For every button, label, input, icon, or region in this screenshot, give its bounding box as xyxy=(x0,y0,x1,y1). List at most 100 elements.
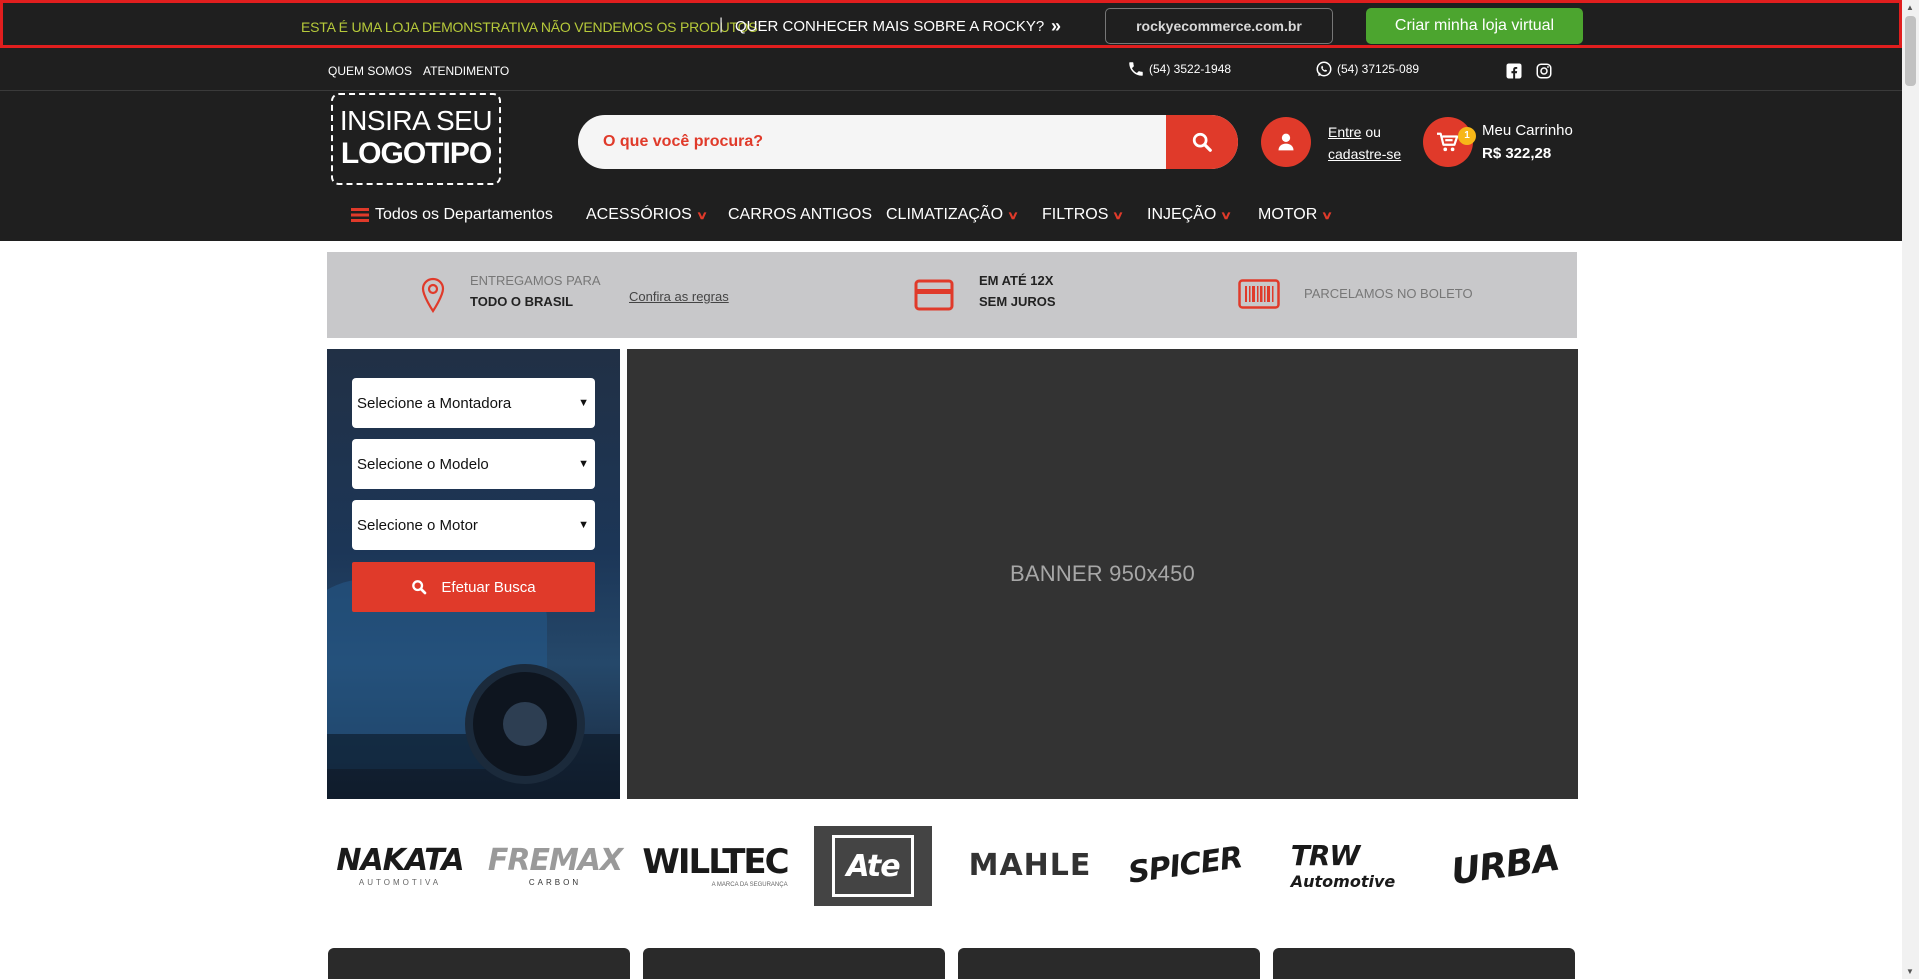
delivery-top-text: ENTREGAMOS PARA xyxy=(470,273,601,288)
installments-top-text: EM ATÉ 12X xyxy=(979,273,1054,288)
brand-subtitle: Automotive xyxy=(1290,872,1396,891)
chevron-down-icon: ▼ xyxy=(578,397,589,409)
nav-item-motor[interactable]: MOTOR ∨ xyxy=(1258,206,1333,224)
brand-name: URBA xyxy=(1448,837,1562,893)
brand-logo-willtec[interactable]: WILLTEC A MARCA DA SEGURANÇA xyxy=(640,830,790,900)
user-icon xyxy=(1278,133,1294,151)
vehicle-search-panel: Selecione a Montadora ▼ Selecione o Mode… xyxy=(327,349,620,799)
about-link[interactable]: QUEM SOMOS xyxy=(328,64,412,78)
double-chevron-right-icon: » xyxy=(1051,16,1062,36)
brand-logo-nakata[interactable]: NAKATA AUTOMOTIVA xyxy=(335,830,465,900)
brand-name: Ate xyxy=(846,848,900,884)
brand-name: NAKATA xyxy=(336,843,464,878)
brand-logo-trw[interactable]: TRW Automotive xyxy=(1278,830,1408,900)
banner-label: BANNER 950x450 xyxy=(1009,561,1195,586)
product-card[interactable] xyxy=(1273,948,1575,979)
engine-select-value: Selecione o Motor xyxy=(357,516,478,534)
location-pin-icon xyxy=(421,277,445,313)
login-link[interactable]: Entre xyxy=(1328,124,1361,140)
login-register-text: Entre ou cadastre-se xyxy=(1328,121,1401,165)
benefits-bar: ENTREGAMOS PARA TODO O BRASIL Confira as… xyxy=(327,252,1577,338)
scroll-up-arrow-icon[interactable]: ▲ xyxy=(1906,3,1915,12)
demo-separator: | xyxy=(719,16,724,33)
brand-logo-mahle[interactable]: MAHLE xyxy=(965,830,1095,900)
whatsapp-number: (54) 37125-089 xyxy=(1337,62,1420,76)
credit-card-icon xyxy=(914,279,954,311)
hamburger-menu-icon xyxy=(351,208,369,222)
all-departments-label: Todos os Departamentos xyxy=(375,206,553,223)
nav-item-carros-antigos[interactable]: CARROS ANTIGOS xyxy=(728,206,872,224)
cart-label: Meu Carrinho xyxy=(1482,122,1573,139)
whatsapp-contact[interactable]: (54) 37125-089 xyxy=(1315,60,1419,78)
chevron-down-icon: ∨ xyxy=(1112,209,1125,222)
brand-logo-urba[interactable]: URBA xyxy=(1440,830,1570,900)
rules-link[interactable]: Confira as regras xyxy=(629,289,729,304)
delivery-bottom-text: TODO O BRASIL xyxy=(470,294,574,309)
brand-logo-fremax[interactable]: FREMAX CARBON xyxy=(487,830,623,900)
phone-number: (54) 3522-1948 xyxy=(1149,62,1232,76)
nav-item-acessorios[interactable]: ACESSÓRIOS ∨ xyxy=(586,206,708,224)
automaker-select[interactable]: Selecione a Montadora ▼ xyxy=(352,378,595,428)
logo-line-1: INSIRA SEU xyxy=(339,105,493,136)
engine-select[interactable]: Selecione o Motor ▼ xyxy=(352,500,595,550)
page-scrollbar[interactable] xyxy=(1902,0,1919,979)
whatsapp-icon xyxy=(1316,61,1332,77)
nav-item-filtros[interactable]: FILTROS ∨ xyxy=(1042,206,1125,224)
top-strip: QUEM SOMOS ATENDIMENTO (54) 3522-1948 (5… xyxy=(0,48,1902,91)
brand-logo-ate[interactable]: Ate xyxy=(814,826,932,906)
all-departments-menu[interactable]: Todos os Departamentos xyxy=(351,206,553,224)
cart-summary[interactable]: Meu Carrinho R$ 322,28 xyxy=(1482,119,1573,165)
model-select[interactable]: Selecione o Modelo ▼ xyxy=(352,439,595,489)
nav-item-label: CARROS ANTIGOS xyxy=(728,206,873,223)
automaker-select-value: Selecione a Montadora xyxy=(357,394,512,412)
logo-line-2: LOGOTIPO xyxy=(340,137,492,170)
product-card[interactable] xyxy=(643,948,945,979)
product-card[interactable] xyxy=(328,948,630,979)
brand-subtitle: A MARCA DA SEGURANÇA xyxy=(711,882,788,888)
site-header: INSIRA SEU LOGOTIPO Entre ou cadastre-se… xyxy=(0,91,1902,241)
chevron-down-icon: ∨ xyxy=(1007,209,1020,222)
account-button[interactable] xyxy=(1261,117,1311,167)
create-store-button[interactable]: Criar minha loja virtual xyxy=(1366,8,1583,44)
phone-contact[interactable]: (54) 3522-1948 xyxy=(1127,60,1231,78)
facebook-icon[interactable] xyxy=(1505,62,1523,80)
vehicle-search-button-label: Efetuar Busca xyxy=(441,578,536,596)
search-bar xyxy=(578,115,1238,169)
brand-logo-spicer[interactable]: SPICER xyxy=(1125,830,1245,900)
chevron-down-icon: ∨ xyxy=(1220,209,1233,222)
login-or-text: ou xyxy=(1365,124,1381,140)
support-link[interactable]: ATENDIMENTO xyxy=(423,64,509,78)
scroll-down-arrow-icon[interactable]: ▼ xyxy=(1906,967,1915,976)
nav-item-label: INJEÇÃO xyxy=(1147,206,1217,223)
nav-item-label: FILTROS xyxy=(1042,206,1109,223)
search-icon xyxy=(1192,132,1212,152)
search-icon xyxy=(412,580,427,595)
brand-name: WILLTEC xyxy=(642,842,789,882)
brand-subtitle: AUTOMOTIVA xyxy=(358,878,442,887)
cart-icon xyxy=(1437,132,1459,152)
demo-notice-bar: ESTA É UMA LOJA DEMONSTRATIVA NÃO VENDEM… xyxy=(0,0,1902,48)
brand-name: TRW xyxy=(1290,839,1361,872)
nav-item-label: ACESSÓRIOS xyxy=(586,206,692,223)
nav-item-climatizacao[interactable]: CLIMATIZAÇÃO ∨ xyxy=(886,206,1020,224)
demo-notice-text: ESTA É UMA LOJA DEMONSTRATIVA NÃO VENDEM… xyxy=(301,19,758,35)
phone-icon xyxy=(1129,62,1143,76)
search-button[interactable] xyxy=(1166,115,1238,169)
product-card[interactable] xyxy=(958,948,1260,979)
chevron-down-icon: ▼ xyxy=(578,458,589,470)
store-logo[interactable]: INSIRA SEU LOGOTIPO xyxy=(331,93,501,185)
hero-banner[interactable]: BANNER 950x450 xyxy=(627,349,1578,799)
nav-item-injecao[interactable]: INJEÇÃO ∨ xyxy=(1147,206,1233,224)
brand-name: FREMAX xyxy=(487,843,623,878)
cart-count-badge: 1 xyxy=(1458,127,1476,145)
register-link[interactable]: cadastre-se xyxy=(1328,146,1401,162)
boleto-text: PARCELAMOS NO BOLETO xyxy=(1304,286,1473,301)
brand-name: MAHLE xyxy=(968,847,1092,883)
demo-url-button[interactable]: rockyecommerce.com.br xyxy=(1105,8,1333,44)
chevron-down-icon: ∨ xyxy=(695,209,708,222)
nav-item-label: CLIMATIZAÇÃO xyxy=(886,206,1004,223)
search-input[interactable] xyxy=(578,115,1166,169)
instagram-icon[interactable] xyxy=(1535,62,1553,80)
scrollbar-thumb[interactable] xyxy=(1905,16,1916,86)
vehicle-search-button[interactable]: Efetuar Busca xyxy=(352,562,595,612)
